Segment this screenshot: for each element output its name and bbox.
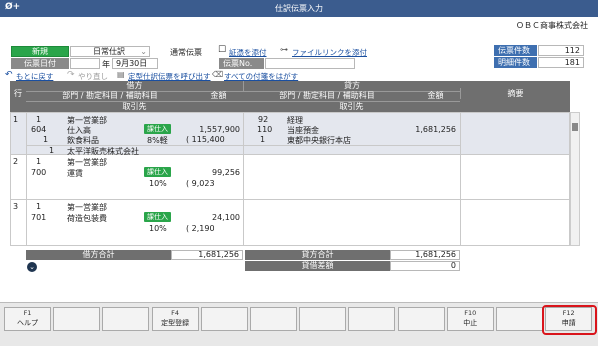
debit-partner-header: 取引先 [26,101,243,112]
tax-amount: ( 2,190 [186,224,215,233]
chevron-down-icon: ⌄ [140,47,147,56]
credit-amount: 1,681,256 [415,125,456,134]
credit-total-value: 1,681,256 [390,250,460,260]
redo-icon: ↷ [67,70,75,80]
credit-sub-name: 東都中央銀行本店 [287,136,351,145]
undo-icon: ↶ [5,70,13,80]
evidence-icon: ☐ [218,45,227,55]
fkey-code: F1 [23,309,32,317]
voucher-type: 通常伝票 [170,48,202,57]
year-field[interactable] [70,58,100,69]
voucher-no-label: 伝票No. [219,58,264,69]
credit-account-code: 110 [257,125,273,134]
date-label: 伝票日付 [11,58,69,69]
memo-header: 摘要 [460,88,570,99]
detail-count-value: 181 [538,57,584,68]
count-label: 伝票件数 [494,45,537,56]
fkey-4-button[interactable]: F4 定型登録 [151,307,199,331]
mode-badge[interactable]: 新規 [11,46,69,57]
diff-label: 貸借差額 [245,261,390,271]
fkey-label: ヘルプ [17,319,38,327]
year-suffix: 年 [102,60,110,69]
expand-down-icon[interactable]: ⌄ [27,262,37,272]
credit-dept-code: 92 [258,115,269,124]
row-number: 2 [13,157,19,166]
diff-value: 0 [390,261,460,271]
credit-total-label: 貸方合計 [245,250,390,260]
entry-type-select[interactable]: 日常仕訳 ⌄ [70,46,150,57]
vertical-scrollbar[interactable] [570,112,580,246]
debit-dept-code: 1 [36,115,42,124]
fkey-2-button[interactable] [53,307,101,331]
link-icon: ⊶ [280,45,288,54]
fkey-code: F4 [171,309,180,317]
tax-rate: 10% [149,224,167,233]
entry-type-value: 日常仕訳 [93,47,125,56]
credit-dept-header: 部門 / 勘定科目 / 補助科目 [279,91,375,100]
fkey-code: F10 [464,309,477,317]
window-title: 仕訳伝票入力 [275,4,323,13]
debit-dept-name: 第一営業部 [67,158,107,167]
debit-dept-code: 1 [36,202,42,211]
tax-tag: 課仕入 [144,212,171,222]
voucher-no-field[interactable] [265,58,355,69]
debit-account-name: 荷造包装費 [67,214,107,223]
credit-partner-header: 取引先 [243,101,460,112]
tax-rate: 8%軽 [147,136,168,145]
fkey-1-button[interactable]: F1 ヘルプ [4,307,51,331]
debit-total-label: 借方合計 [26,250,171,260]
fkey-11-button[interactable] [496,307,543,331]
debit-sub-name: 飲食料品 [67,136,99,145]
debit-dept-header: 部門 / 勘定科目 / 補助科目 [62,91,158,100]
fkey-label: 定型登録 [161,319,190,327]
row-number: 3 [13,202,19,211]
debit-total-value: 1,681,256 [171,250,243,260]
date-field[interactable]: 9月30日 [112,58,158,69]
highlight-frame [542,305,597,335]
fkey-6-button[interactable] [250,307,297,331]
debit-dept-code: 1 [36,157,42,166]
credit-amount-header: 金額 [427,91,444,100]
title-bar: Ø+ 仕訳伝票入力 [0,0,598,17]
debit-amount: 24,100 [212,213,240,222]
partner-code: 1 [49,146,55,155]
debit-amount: 99,256 [212,168,240,177]
template-icon: ▤ [117,70,125,79]
tax-tag: 課仕入 [144,124,171,134]
tax-amount: ( 115,400 [186,135,225,144]
tag-icon: ⌫ [212,70,224,79]
debit-account-code: 604 [31,125,47,134]
debit-sub-code: 1 [43,135,49,144]
scrollbar-thumb[interactable] [572,123,578,131]
tax-rate: 10% [149,179,167,188]
attach-evidence-link[interactable]: 証憑を添付 [229,47,267,58]
debit-amount: 1,557,900 [199,125,240,134]
debit-dept-name: 第一営業部 [67,203,107,212]
count-value: 112 [538,45,584,56]
fkey-10-button[interactable]: F10 中止 [446,307,494,331]
partner-name: 太平洋販売株式会社 [67,147,139,156]
tax-tag: 課仕入 [144,167,171,177]
debit-amount-header: 金額 [210,91,227,100]
row-number: 1 [13,115,19,124]
detail-count-label: 明細件数 [494,57,537,68]
debit-account-code: 701 [31,213,47,222]
fkey-5-button[interactable] [200,307,248,331]
fkey-9-button[interactable] [397,307,445,331]
attach-file-link[interactable]: ファイルリンクを添付 [292,47,367,58]
debit-account-code: 700 [31,168,47,177]
fkey-label: 中止 [463,319,478,327]
debit-account-name: 運賃 [67,169,83,178]
fkey-7-button[interactable] [299,307,347,331]
fkey-8-button[interactable] [348,307,396,331]
fkey-3-button[interactable] [102,307,150,331]
company-name: ＯＢＣ商事株式会社 [516,21,588,30]
row-header: 行 [14,89,22,98]
tax-amount: ( 9,023 [186,179,215,188]
credit-sub-code: 1 [260,135,266,144]
